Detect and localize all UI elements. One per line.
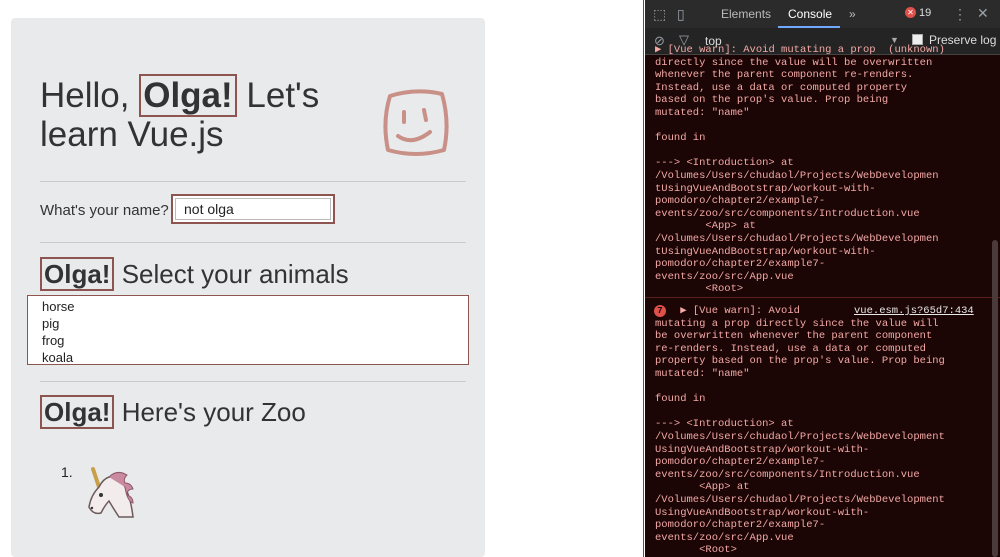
animal-option[interactable]: koala [42, 349, 454, 366]
tab-elements[interactable]: Elements [721, 7, 771, 21]
console-message: ▶ [Vue warn]: Avoid mutating a prop (unk… [655, 44, 945, 296]
error-count-badge[interactable]: ✕ 19 [905, 7, 931, 19]
divider [40, 242, 466, 243]
name-highlight: Olga! [139, 74, 237, 117]
zoo-heading: Olga! Here's your Zoo [40, 395, 306, 429]
error-icon: ✕ [905, 7, 916, 18]
inspect-element-icon[interactable]: ⬚ [653, 6, 666, 23]
name-question-label: What's your name? [40, 202, 169, 219]
animal-select-list[interactable]: horse pig frog koala [27, 295, 469, 365]
name-input[interactable] [175, 198, 331, 220]
app-pane: Hello, Olga! Let's learn Vue.js What's y… [0, 0, 644, 557]
kebab-menu-icon[interactable]: ⋮ [953, 6, 967, 23]
zoo-list-number: 1. [61, 464, 73, 480]
name-input-frame [171, 194, 335, 224]
divider [40, 381, 466, 382]
more-tabs-button[interactable]: » [849, 7, 856, 21]
animal-option[interactable]: pig [42, 315, 454, 332]
device-toolbar-icon[interactable]: ▯ [677, 6, 685, 23]
console-message: ▶ [Vue warn]: Avoid mutating a prop dire… [655, 305, 945, 557]
zoo-heading-text: Here's your Zoo [121, 397, 306, 427]
unicorn-icon [88, 467, 134, 518]
app-card: Hello, Olga! Let's learn Vue.js What's y… [11, 18, 485, 557]
animal-option[interactable]: frog [42, 332, 454, 349]
greeting-prefix: Hello, [40, 76, 140, 115]
animal-option[interactable]: horse [42, 298, 454, 315]
tab-console[interactable]: Console [788, 7, 832, 21]
message-divider [645, 297, 1000, 298]
animals-heading: Olga! Select your animals [40, 257, 349, 291]
name-highlight: Olga! [40, 395, 115, 429]
name-highlight: Olga! [40, 257, 115, 291]
smiley-face-icon [383, 89, 449, 156]
divider [40, 181, 466, 182]
devtools-panel: ⬚ ▯ Elements Console » ✕ 19 ⋮ ✕ ⊘ ▽ top ▼… [645, 0, 1000, 557]
greeting-heading: Hello, Olga! Let's learn Vue.js [40, 74, 360, 154]
animals-heading-text: Select your animals [121, 259, 349, 289]
devtools-tabbar: ⬚ ▯ Elements Console » ✕ 19 ⋮ ✕ [645, 0, 1000, 29]
close-icon[interactable]: ✕ [977, 5, 989, 22]
console-scrollbar[interactable] [992, 240, 998, 557]
error-count: 19 [919, 7, 932, 19]
